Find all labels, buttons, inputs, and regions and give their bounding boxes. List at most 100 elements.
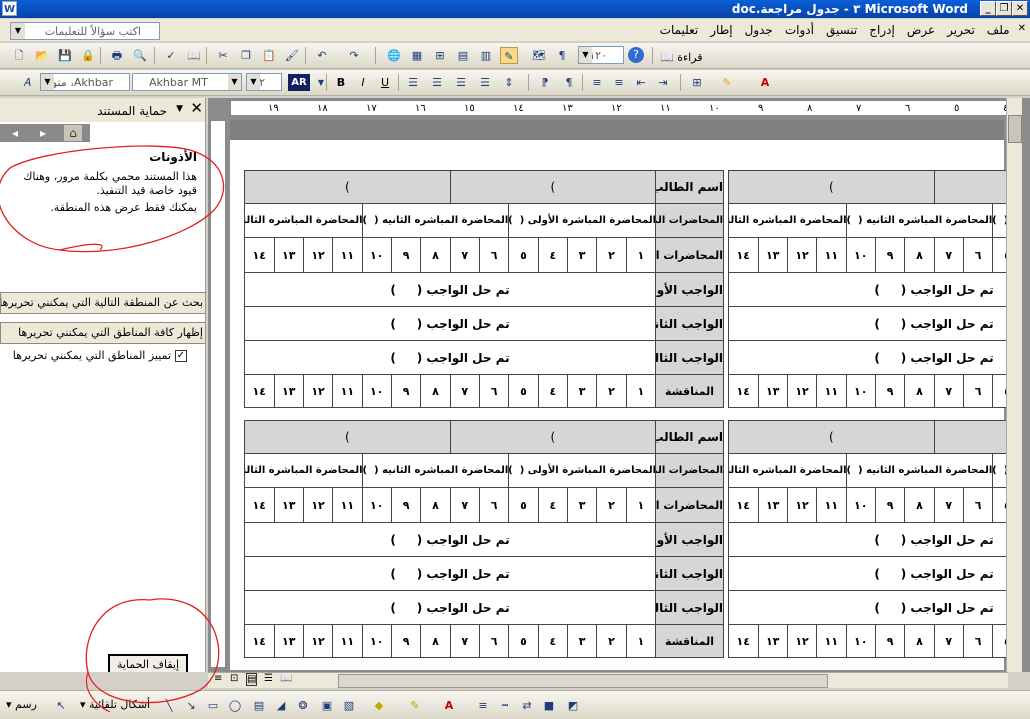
3d-icon[interactable]: ◩ [564, 697, 582, 714]
number-cell[interactable]: ٥ [508, 374, 539, 408]
number-cell[interactable]: ٩ [390, 374, 422, 408]
wordart-icon[interactable]: ◢ [272, 697, 290, 714]
number-cell[interactable]: ٥ [992, 624, 1006, 658]
number-cell[interactable]: ٨ [420, 487, 451, 523]
number-cell[interactable]: ١٤ [244, 487, 275, 523]
number-cell[interactable]: ١١ [816, 374, 847, 408]
name-cell[interactable]: ) [728, 170, 935, 204]
homework-cell[interactable]: تم حل الواجب ( ) [244, 590, 656, 625]
number-cell[interactable]: ٦ [962, 487, 994, 523]
lecture-cell[interactable]: المحاضرة المباشره الثالثة ( ) [728, 453, 847, 488]
normal-view-icon[interactable]: ≡ [214, 673, 222, 684]
number-cell[interactable]: ١٢ [786, 487, 818, 523]
number-cell[interactable]: ١٤ [728, 374, 759, 408]
horizontal-scrollbar[interactable] [208, 672, 1008, 688]
homework-cell[interactable]: تم حل الواجب ( ) [728, 272, 1006, 307]
number-cell[interactable]: ٢ [596, 237, 627, 273]
number-cell[interactable]: ٩ [874, 374, 906, 408]
arrow-style-icon[interactable]: ⇄ [518, 697, 536, 714]
number-cell[interactable]: ١٢ [302, 237, 334, 273]
number-cell[interactable]: ١٢ [786, 237, 818, 273]
number-cell[interactable]: ١٣ [273, 237, 304, 273]
horizontal-scroll-thumb[interactable] [338, 674, 828, 688]
number-cell[interactable]: ١٢ [786, 624, 818, 658]
autoshapes-menu[interactable]: ▾ أشكال تلقائية [80, 698, 150, 711]
homework-cell[interactable]: تم حل الواجب ( ) [728, 340, 1006, 375]
homework-cell[interactable]: تم حل الواجب ( ) [728, 556, 1006, 591]
number-cell[interactable]: ٩ [874, 237, 906, 273]
number-cell[interactable]: ١٣ [757, 624, 788, 658]
line-style-icon[interactable]: ≡ [474, 697, 492, 714]
number-cell[interactable]: ١٣ [757, 374, 788, 408]
number-cell[interactable]: ١٠ [361, 374, 392, 408]
number-cell[interactable]: ٤ [537, 624, 568, 658]
number-cell[interactable]: ٨ [904, 237, 935, 273]
number-cell[interactable]: ٦ [962, 237, 994, 273]
number-cell[interactable]: ١ [625, 237, 657, 273]
lecture-cell[interactable]: المحاضرة المباشره الثالثة ( ) [244, 203, 363, 238]
number-cell[interactable]: ٧ [933, 237, 964, 273]
draw-menu[interactable]: ▾ رسم [6, 698, 37, 711]
number-cell[interactable]: ٤ [537, 487, 568, 523]
draw-font-color-icon[interactable]: A [440, 697, 458, 714]
number-cell[interactable]: ٣ [566, 624, 598, 658]
number-cell[interactable]: ١٢ [786, 374, 818, 408]
number-cell[interactable]: ٧ [449, 237, 480, 273]
lecture-cell[interactable]: المحاضرة المباشرة الأولى ( ) [992, 203, 1006, 238]
lecture-cell[interactable]: المحاضرة المباشرة الأولى ( ) [992, 453, 1006, 488]
number-cell[interactable]: ٢ [596, 487, 627, 523]
homework-cell[interactable]: تم حل الواجب ( ) [244, 272, 656, 307]
number-cell[interactable]: ١ [625, 487, 657, 523]
menu-close-icon[interactable]: ✕ [1018, 23, 1026, 34]
number-cell[interactable]: ٧ [933, 624, 964, 658]
number-cell[interactable]: ١ [625, 624, 657, 658]
homework-cell[interactable]: تم حل الواجب ( ) [244, 306, 656, 341]
homework-cell[interactable]: تم حل الواجب ( ) [728, 306, 1006, 341]
number-cell[interactable]: ١٣ [273, 374, 304, 408]
number-cell[interactable]: ٧ [449, 487, 480, 523]
lecture-cell[interactable]: المحاضرة المباشره الثانيه ( ) [361, 203, 510, 238]
number-cell[interactable]: ١ [625, 374, 657, 408]
number-cell[interactable]: ٦ [478, 237, 510, 273]
lecture-cell[interactable]: المحاضرة المباشرة الأولى ( ) [508, 203, 656, 238]
number-cell[interactable]: ٩ [874, 624, 906, 658]
name-cell[interactable]: ) [449, 170, 657, 204]
homework-cell[interactable]: تم حل الواجب ( ) [728, 522, 1006, 557]
fill-color-icon[interactable]: ◆ [370, 697, 388, 714]
number-cell[interactable]: ١٤ [244, 237, 275, 273]
number-cell[interactable]: ٥ [508, 237, 539, 273]
web-view-icon[interactable]: ⊡ [230, 673, 238, 684]
number-cell[interactable]: ٤ [537, 374, 568, 408]
lecture-cell[interactable]: المحاضرة المباشره الثانيه ( ) [845, 203, 994, 238]
number-cell[interactable]: ٨ [904, 374, 935, 408]
number-cell[interactable]: ١٠ [845, 237, 876, 273]
vertical-scroll-thumb[interactable] [1008, 115, 1022, 143]
number-cell[interactable]: ٨ [420, 374, 451, 408]
number-cell[interactable]: ٣ [566, 487, 598, 523]
diagram-icon[interactable]: ❂ [294, 697, 312, 714]
number-cell[interactable]: ١٤ [244, 374, 275, 408]
number-cell[interactable]: ٤ [537, 237, 568, 273]
number-cell[interactable]: ٧ [933, 487, 964, 523]
number-cell[interactable]: ١٠ [845, 624, 876, 658]
lecture-cell[interactable]: المحاضرة المباشره الثالثة ( ) [728, 203, 847, 238]
oval-icon[interactable]: ◯ [226, 697, 244, 714]
number-cell[interactable]: ٥ [992, 237, 1006, 273]
rectangle-icon[interactable]: ▭ [204, 697, 222, 714]
number-cell[interactable]: ٣ [566, 374, 598, 408]
dash-style-icon[interactable]: ┅ [496, 697, 514, 714]
homework-cell[interactable]: تم حل الواجب ( ) [244, 556, 656, 591]
vertical-scrollbar[interactable] [1006, 98, 1022, 672]
number-cell[interactable]: ٨ [904, 624, 935, 658]
number-cell[interactable]: ١٠ [845, 487, 876, 523]
number-cell[interactable]: ١١ [332, 487, 363, 523]
number-cell[interactable]: ٦ [478, 374, 510, 408]
number-cell[interactable]: ٨ [420, 237, 451, 273]
outline-view-icon[interactable]: ☰ [264, 673, 273, 684]
name-cell[interactable]: ) [728, 420, 935, 454]
number-cell[interactable]: ١٢ [302, 374, 334, 408]
close-window-button[interactable]: ✕ [1012, 1, 1028, 16]
textbox-icon[interactable]: ▤ [250, 697, 268, 714]
number-cell[interactable]: ١٤ [728, 487, 759, 523]
number-cell[interactable]: ١٠ [361, 624, 392, 658]
